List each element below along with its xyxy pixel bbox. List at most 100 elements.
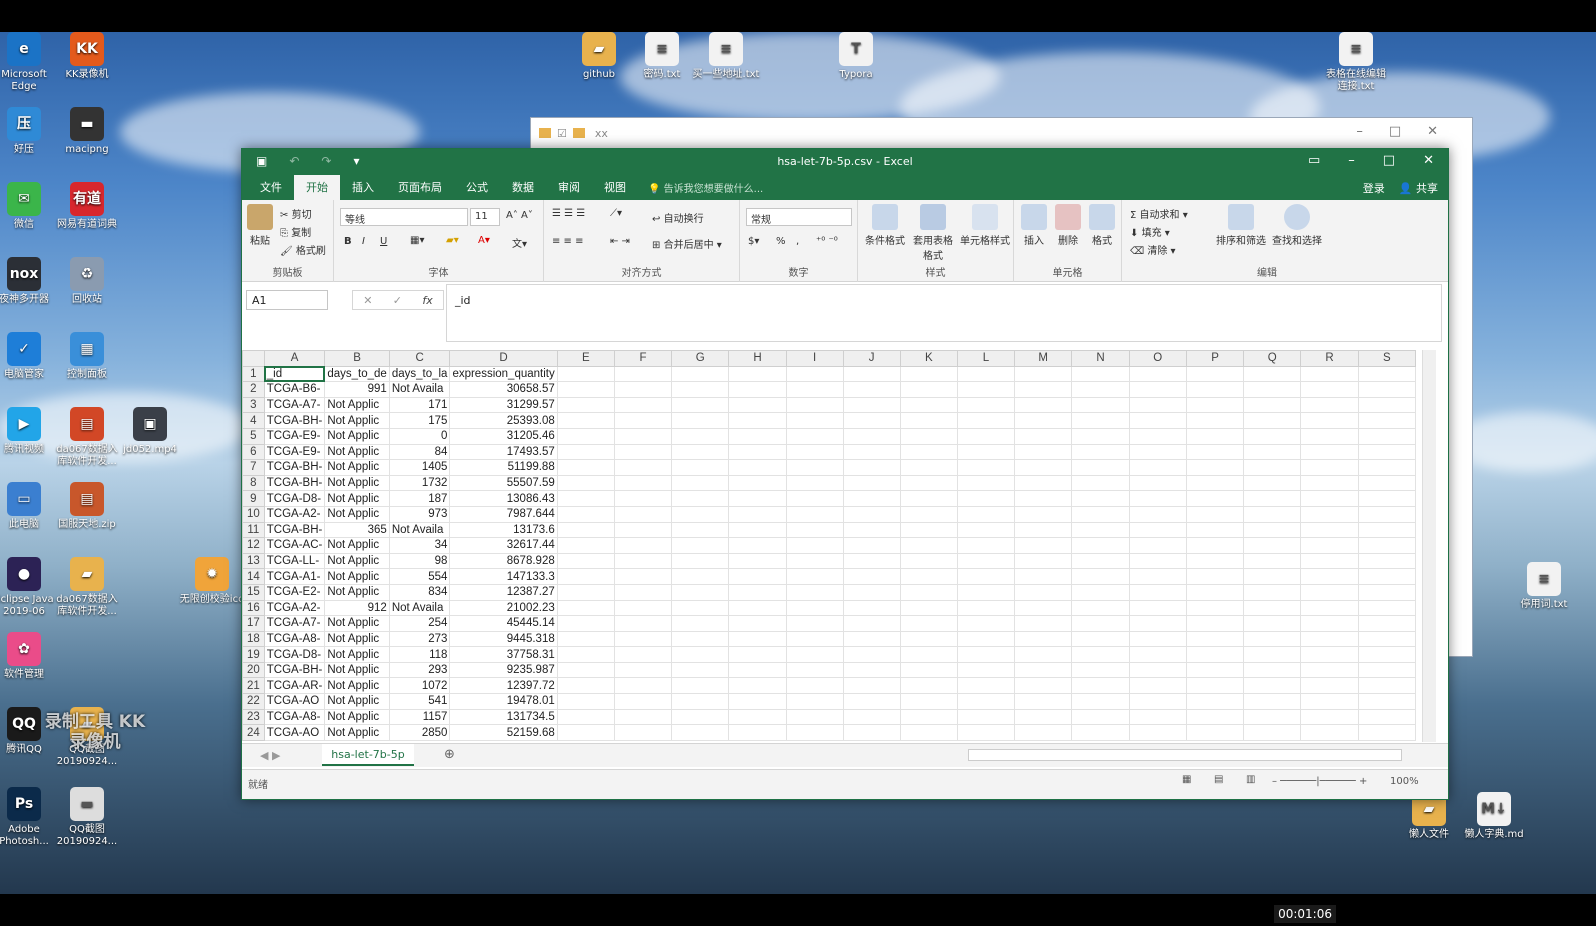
cell[interactable]: _id (263, 365, 326, 383)
cell[interactable]: 273 (388, 630, 451, 648)
cell[interactable] (956, 630, 1016, 648)
fill-color-icon[interactable]: ▰▾ (446, 235, 459, 246)
cell[interactable] (899, 661, 958, 679)
cell[interactable] (899, 568, 958, 585)
cell[interactable] (1185, 381, 1245, 398)
column-header[interactable]: F (613, 350, 673, 367)
cell[interactable] (556, 708, 615, 726)
decimal-icons[interactable]: ⁺⁰ ⁻⁰ (816, 236, 838, 247)
cell[interactable] (1300, 568, 1359, 585)
cell[interactable] (1357, 661, 1416, 679)
cell[interactable] (1128, 615, 1187, 632)
cell[interactable]: 365 (324, 521, 390, 539)
cell[interactable] (556, 427, 615, 445)
cell[interactable]: Not Applic (324, 646, 390, 663)
cell[interactable]: 84 (388, 443, 451, 461)
row-header[interactable]: 22 (242, 693, 265, 710)
cell[interactable] (728, 443, 787, 461)
cell[interactable] (1243, 443, 1302, 461)
row-header[interactable]: 5 (242, 427, 265, 445)
cell[interactable] (1357, 365, 1416, 383)
cell[interactable]: TCGA-AO (263, 724, 326, 741)
cell[interactable]: TCGA-E9- (263, 443, 326, 461)
cell[interactable] (899, 443, 958, 461)
cell[interactable]: TCGA-B6- (263, 381, 326, 398)
column-header[interactable]: L (956, 350, 1016, 367)
cell[interactable] (1071, 459, 1130, 476)
row-header[interactable]: 4 (242, 412, 265, 429)
cell[interactable] (1071, 646, 1130, 663)
cell[interactable] (1300, 646, 1359, 663)
desktop-icon[interactable]: ≡ 密码.txt (628, 32, 696, 81)
cell[interactable] (1300, 724, 1359, 741)
cell[interactable] (1185, 646, 1245, 663)
cell[interactable] (1300, 474, 1359, 492)
cell[interactable] (1128, 568, 1187, 585)
cell[interactable] (842, 537, 901, 554)
cell[interactable]: 21002.23 (449, 599, 558, 617)
desktop-icon[interactable]: Ps Adobe Photosh... (0, 787, 58, 848)
select-all-corner[interactable] (242, 350, 265, 367)
cell[interactable] (1300, 381, 1359, 398)
cell[interactable] (1300, 427, 1359, 445)
cell[interactable] (956, 599, 1016, 617)
cell[interactable] (613, 708, 673, 726)
cell[interactable]: 19478.01 (449, 693, 558, 710)
tell-me-search[interactable]: 💡 告诉我您想要做什么... (638, 176, 773, 200)
cell[interactable]: Not Applic (324, 443, 390, 461)
cell[interactable]: 991 (324, 381, 390, 398)
cell[interactable] (1300, 599, 1359, 617)
cell[interactable]: 2850 (388, 724, 451, 741)
cell[interactable] (671, 583, 730, 601)
cell[interactable] (613, 568, 673, 585)
cell[interactable]: 51199.88 (449, 459, 558, 476)
cell[interactable] (1014, 396, 1073, 414)
cell[interactable] (613, 677, 673, 695)
cell[interactable] (1014, 443, 1073, 461)
cell[interactable] (1185, 396, 1245, 414)
cell[interactable] (899, 412, 958, 429)
cell[interactable]: Not Applic (324, 427, 390, 445)
cell[interactable] (671, 693, 730, 710)
cell[interactable] (1243, 693, 1302, 710)
cell[interactable] (1128, 412, 1187, 429)
cell[interactable] (1071, 661, 1130, 679)
cell[interactable] (899, 396, 958, 414)
cell[interactable] (1300, 630, 1359, 648)
cell[interactable] (785, 661, 844, 679)
cell[interactable] (1357, 724, 1416, 741)
cell[interactable]: 52159.68 (449, 724, 558, 741)
cell[interactable] (1357, 615, 1416, 632)
cell[interactable] (842, 505, 901, 523)
cell[interactable]: TCGA-A1- (263, 568, 326, 585)
cell[interactable] (728, 677, 787, 695)
cell[interactable] (785, 396, 844, 414)
cell[interactable] (728, 615, 787, 632)
cell[interactable] (556, 459, 615, 476)
bold-button[interactable]: B (344, 236, 352, 247)
cell[interactable] (1128, 708, 1187, 726)
cell[interactable] (613, 474, 673, 492)
column-header[interactable]: M (1014, 350, 1073, 367)
tab-file[interactable]: 文件 (248, 175, 294, 200)
cell[interactable]: TCGA-BH- (263, 661, 326, 679)
row-header[interactable]: 19 (242, 646, 265, 663)
vertical-scrollbar[interactable] (1422, 350, 1436, 742)
column-header[interactable]: Q (1243, 350, 1302, 367)
desktop-icon[interactable]: 压好压 (0, 107, 58, 156)
cell[interactable] (613, 396, 673, 414)
cell[interactable]: Not Applic (324, 708, 390, 726)
cell[interactable] (899, 677, 958, 695)
cell[interactable]: 293 (388, 661, 451, 679)
cell[interactable] (956, 537, 1016, 554)
cell[interactable]: Not Availa (388, 521, 451, 539)
cell[interactable] (1185, 521, 1245, 539)
page-layout-icon[interactable]: ▤ (1214, 774, 1223, 785)
add-sheet-icon[interactable]: ⊕ (444, 747, 455, 762)
cell[interactable]: TCGA-AO (263, 693, 326, 710)
desktop-icon[interactable]: ≡ 表格在线编辑连接.txt (1322, 32, 1390, 93)
cell[interactable] (1071, 396, 1130, 414)
cell[interactable] (785, 724, 844, 741)
cell[interactable]: Not Applic (324, 677, 390, 695)
cell[interactable]: 0 (388, 427, 451, 445)
